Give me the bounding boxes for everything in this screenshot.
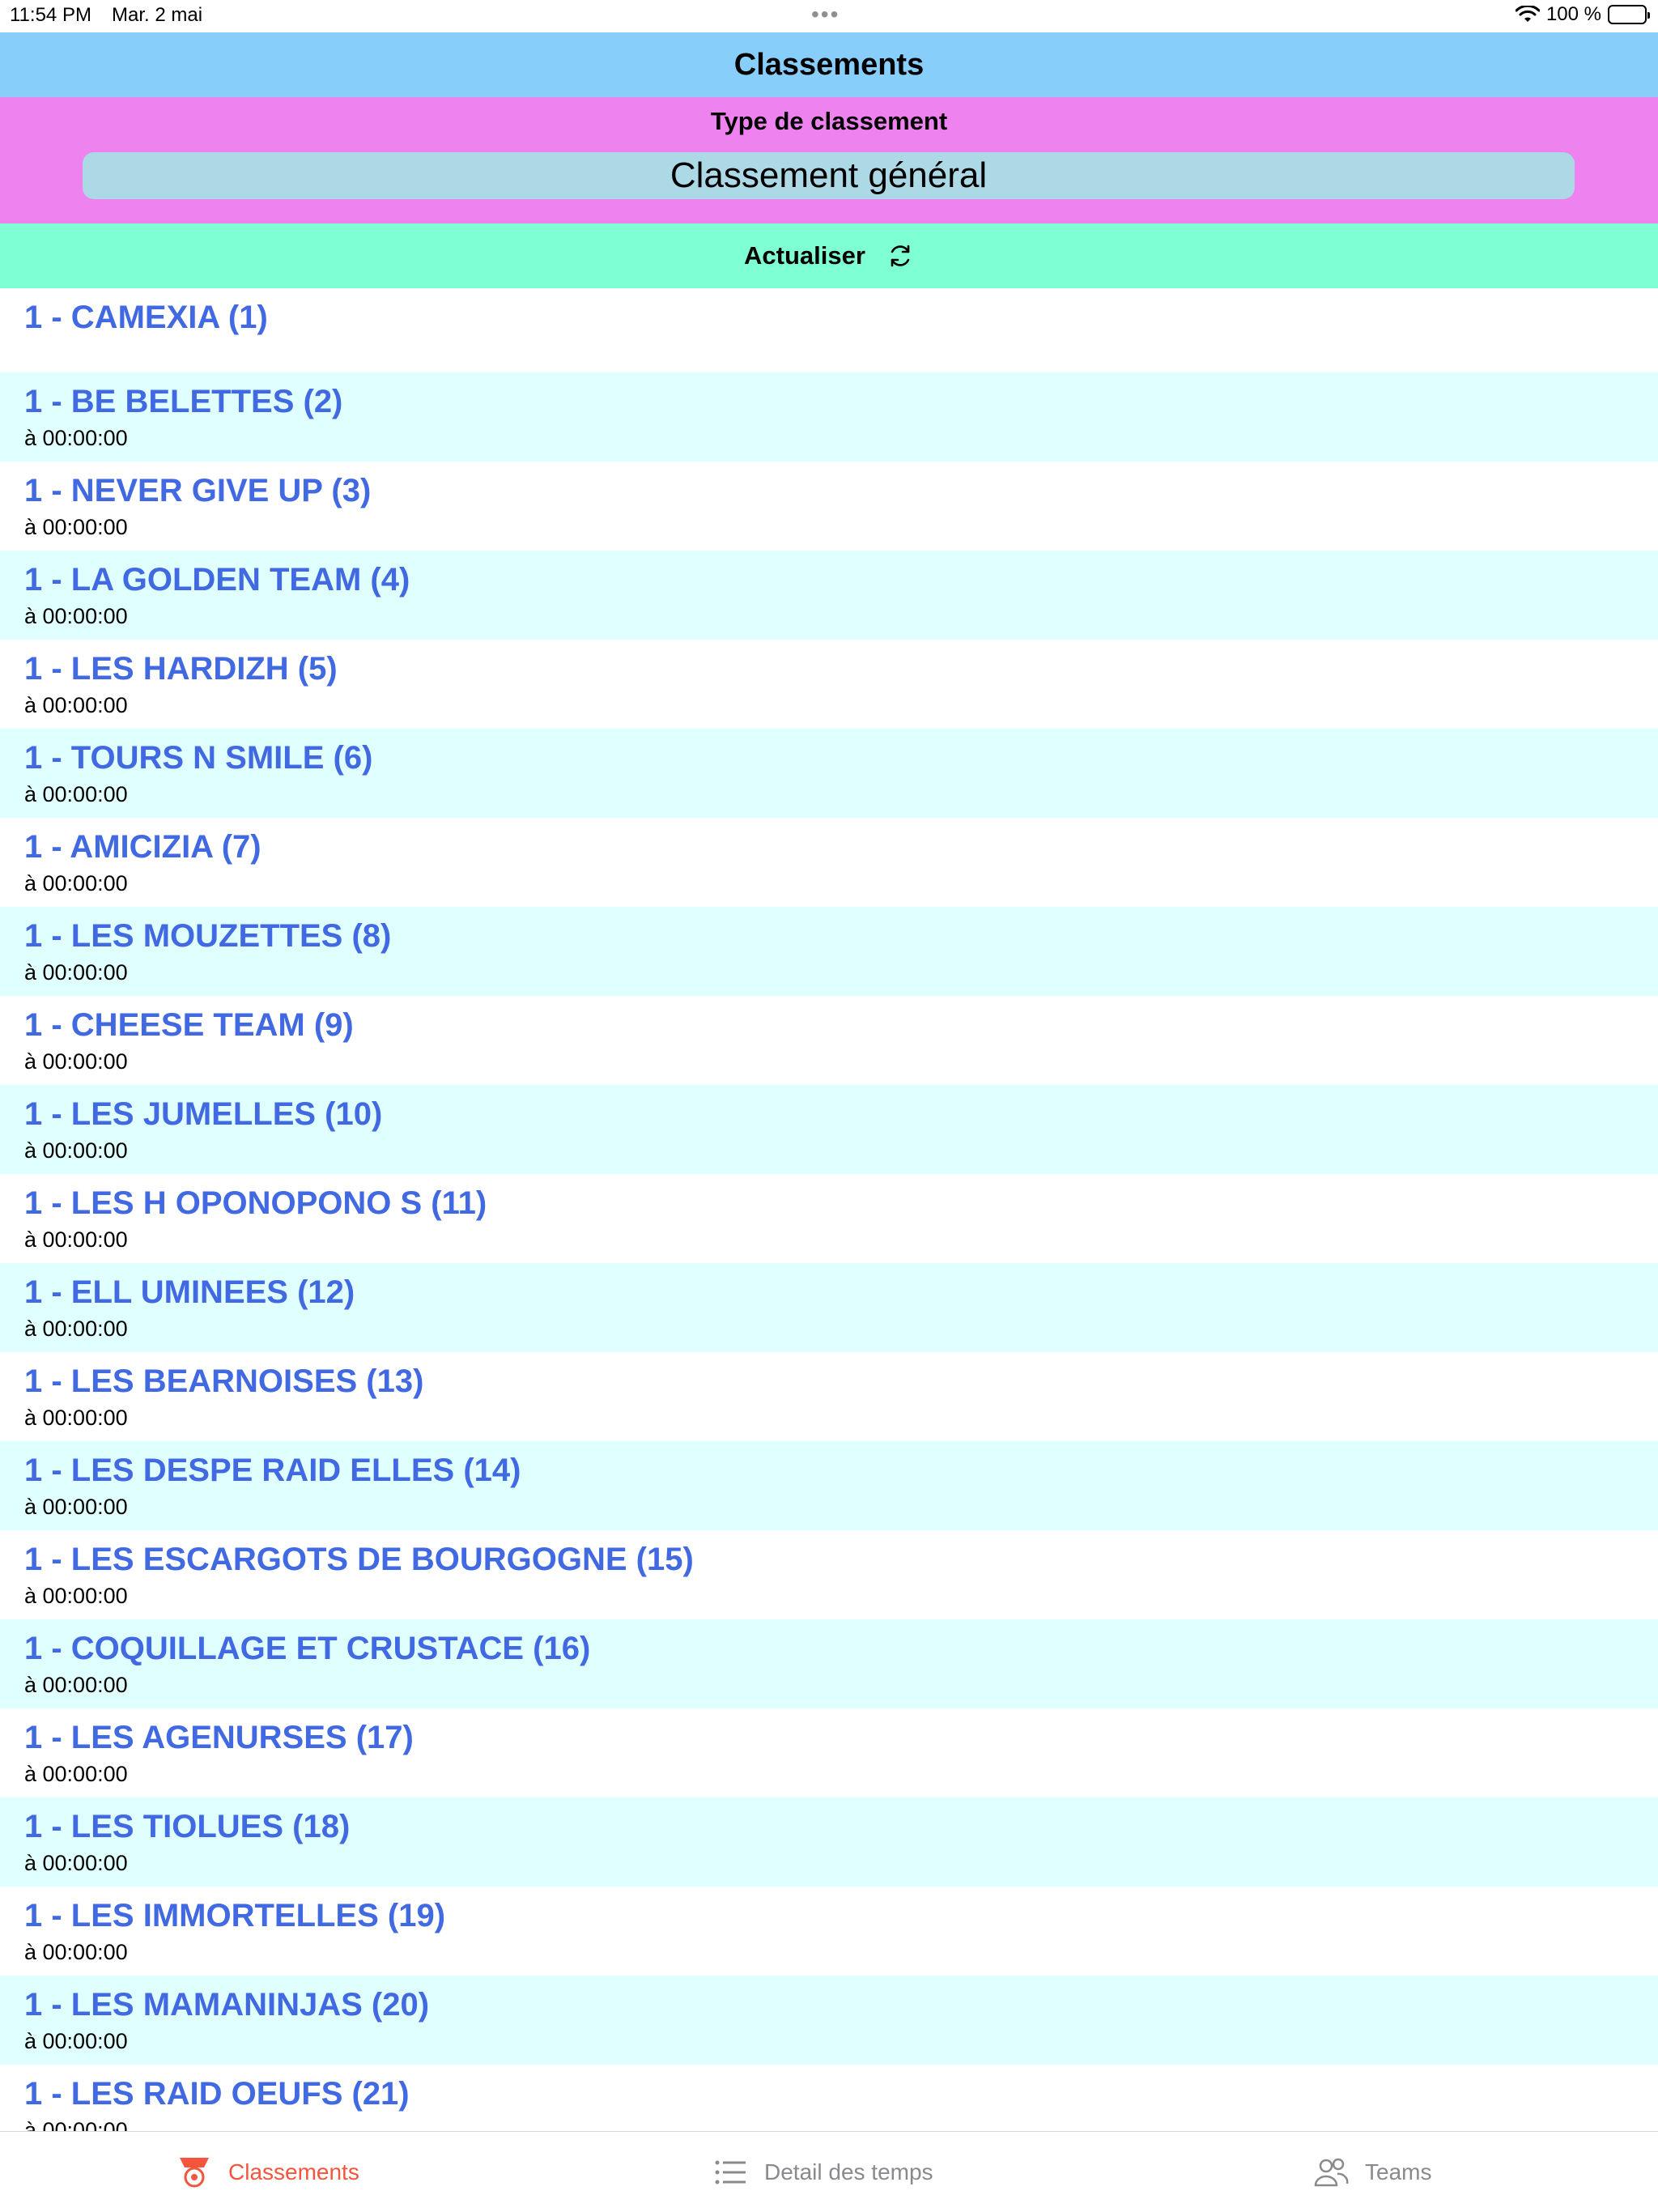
status-time: 11:54 PM	[10, 4, 91, 26]
list-item[interactable]: 1 - LES HARDIZH (5) à 00:00:00	[0, 640, 1658, 729]
tab-detail-des-temps[interactable]: Detail des temps	[712, 2132, 933, 2212]
list-item[interactable]: 1 - LES IMMORTELLES (19) à 00:00:00	[0, 1887, 1658, 1976]
team-name: 1 - LES H OPONOPONO S (11)	[24, 1185, 487, 1221]
team-time: à 00:00:00	[24, 693, 128, 717]
tab-classements[interactable]: Classements	[176, 2132, 359, 2212]
list-item[interactable]: 1 - TOURS N SMILE (6) à 00:00:00	[0, 729, 1658, 818]
team-time: à 00:00:00	[24, 515, 128, 539]
ranking-type-section: Type de classement Classement général	[0, 97, 1658, 223]
ranking-type-label: Type de classement	[710, 107, 948, 135]
tab-bar: Classements Detail des temps Teams	[0, 2131, 1658, 2212]
team-time: à 00:00:00	[24, 782, 128, 806]
tab-label: Detail des temps	[764, 2159, 933, 2184]
list-icon	[715, 2160, 746, 2184]
battery-percent: 100 %	[1545, 3, 1601, 25]
ranking-list[interactable]: 1 - CAMEXIA (1) 1 - BE BELETTES (2) à 00:0…	[0, 288, 1658, 2131]
tab-label: Classements	[228, 2159, 359, 2184]
list-item[interactable]: 1 - LES MOUZETTES (8) à 00:00:00	[0, 907, 1658, 996]
team-time: à 00:00:00	[24, 1584, 128, 1608]
status-bar: 11:54 PM Mar. 2 mai ••• 100 %	[0, 0, 1658, 32]
ranking-type-picker[interactable]: Classement général	[83, 152, 1575, 199]
status-indicators: 100 %	[1515, 3, 1650, 26]
list-item[interactable]: 1 - CHEESE TEAM (9) à 00:00:00	[0, 996, 1658, 1085]
tab-teams[interactable]: Teams	[1313, 2132, 1431, 2212]
team-name: 1 - LES BEARNOISES (13)	[24, 1363, 424, 1399]
list-item[interactable]: 1 - BE BELETTES (2) à 00:00:00	[0, 372, 1658, 462]
team-name: 1 - LES RAID OEUFS (21)	[24, 2076, 410, 2112]
list-item[interactable]: 1 - LES DESPE RAID ELLES (14) à 00:00:00	[0, 1441, 1658, 1530]
team-time: à 00:00:00	[24, 1049, 128, 1074]
status-date: Mar. 2 mai	[112, 4, 203, 26]
team-name: 1 - LES ESCARGOTS DE BOURGOGNE (15)	[24, 1542, 694, 1577]
team-name: 1 - LES DESPE RAID ELLES (14)	[24, 1453, 521, 1488]
team-name: 1 - LES MOUZETTES (8)	[24, 918, 392, 954]
list-item[interactable]: 1 - AMICIZIA (7) à 00:00:00	[0, 818, 1658, 907]
list-item[interactable]: 1 - ELL UMINEES (12) à 00:00:00	[0, 1263, 1658, 1352]
team-name: 1 - CAMEXIA (1)	[24, 300, 268, 335]
refresh-icon	[891, 245, 910, 267]
team-time: à 00:00:00	[24, 2029, 128, 2053]
team-name: 1 - LES IMMORTELLES (19)	[24, 1898, 446, 1933]
team-time: à 00:00:00	[24, 1762, 128, 1786]
team-name: 1 - ELL UMINEES (12)	[24, 1274, 355, 1310]
multitasking-dots-icon[interactable]: •••	[811, 2, 840, 28]
medal-icon	[180, 2158, 209, 2188]
team-time: à 00:00:00	[24, 871, 128, 895]
wifi-icon	[1515, 6, 1540, 22]
team-name: 1 - LES TIOLUES (18)	[24, 1809, 351, 1844]
team-time: à 00:00:00	[24, 960, 128, 985]
team-time: à 00:00:00	[24, 1227, 128, 1252]
list-item[interactable]: 1 - LES JUMELLES (10) à 00:00:00	[0, 1085, 1658, 1174]
list-item[interactable]: 1 - LES TIOLUES (18) à 00:00:00	[0, 1797, 1658, 1887]
ranking-type-value: Classement général	[670, 155, 988, 195]
list-item[interactable]: 1 - NEVER GIVE UP (3) à 00:00:00	[0, 462, 1658, 551]
battery-icon	[1608, 5, 1650, 24]
app-window: 11:54 PM Mar. 2 mai ••• 100 % Classement…	[0, 0, 1658, 2212]
team-name: 1 - LA GOLDEN TEAM (4)	[24, 562, 410, 598]
team-time: à 00:00:00	[24, 604, 128, 628]
refresh-button[interactable]: Actualiser	[0, 223, 1658, 288]
team-name: 1 - COQUILLAGE ET CRUSTACE (16)	[24, 1631, 591, 1666]
list-item[interactable]: 1 - LES AGENURSES (17) à 00:00:00	[0, 1708, 1658, 1797]
team-name: 1 - TOURS N SMILE (6)	[24, 740, 373, 776]
team-name: 1 - LES AGENURSES (17)	[24, 1720, 414, 1755]
team-time: à 00:00:00	[24, 1851, 128, 1875]
list-item[interactable]: 1 - LES MAMANINJAS (20) à 00:00:00	[0, 1976, 1658, 2065]
list-item[interactable]: 1 - CAMEXIA (1)	[0, 288, 1658, 372]
team-name: 1 - LES HARDIZH (5)	[24, 651, 338, 687]
list-item[interactable]: 1 - LES ESCARGOTS DE BOURGOGNE (15) à 00:…	[0, 1530, 1658, 1619]
team-time: à 00:00:00	[24, 1138, 128, 1163]
tab-label: Teams	[1365, 2159, 1432, 2184]
team-time: à 00:00:00	[24, 1406, 128, 1430]
team-name: 1 - LES MAMANINJAS (20)	[24, 1987, 430, 2023]
team-time: à 00:00:00	[24, 2118, 128, 2131]
team-time: à 00:00:00	[24, 1317, 128, 1341]
team-name: 1 - AMICIZIA (7)	[24, 829, 261, 865]
list-item[interactable]: 1 - LES H OPONOPONO S (11) à 00:00:00	[0, 1174, 1658, 1263]
team-name: 1 - LES JUMELLES (10)	[24, 1096, 383, 1132]
people-icon	[1314, 2158, 1349, 2187]
list-item[interactable]: 1 - LA GOLDEN TEAM (4) à 00:00:00	[0, 551, 1658, 640]
page-title: Classements	[0, 32, 1658, 97]
team-name: 1 - NEVER GIVE UP (3)	[24, 473, 372, 508]
team-name: 1 - CHEESE TEAM (9)	[24, 1007, 354, 1043]
team-time: à 00:00:00	[24, 1495, 128, 1519]
team-name: 1 - BE BELETTES (2)	[24, 384, 343, 419]
refresh-label: Actualiser	[744, 241, 865, 270]
list-item[interactable]: 1 - LES RAID OEUFS (21) à 00:00:00	[0, 2065, 1658, 2131]
team-time: à 00:00:00	[24, 1673, 128, 1697]
list-item[interactable]: 1 - COQUILLAGE ET CRUSTACE (16) à 00:00:0…	[0, 1619, 1658, 1708]
team-time: à 00:00:00	[24, 426, 128, 450]
team-time: à 00:00:00	[24, 1940, 128, 1964]
list-item[interactable]: 1 - LES BEARNOISES (13) à 00:00:00	[0, 1352, 1658, 1441]
